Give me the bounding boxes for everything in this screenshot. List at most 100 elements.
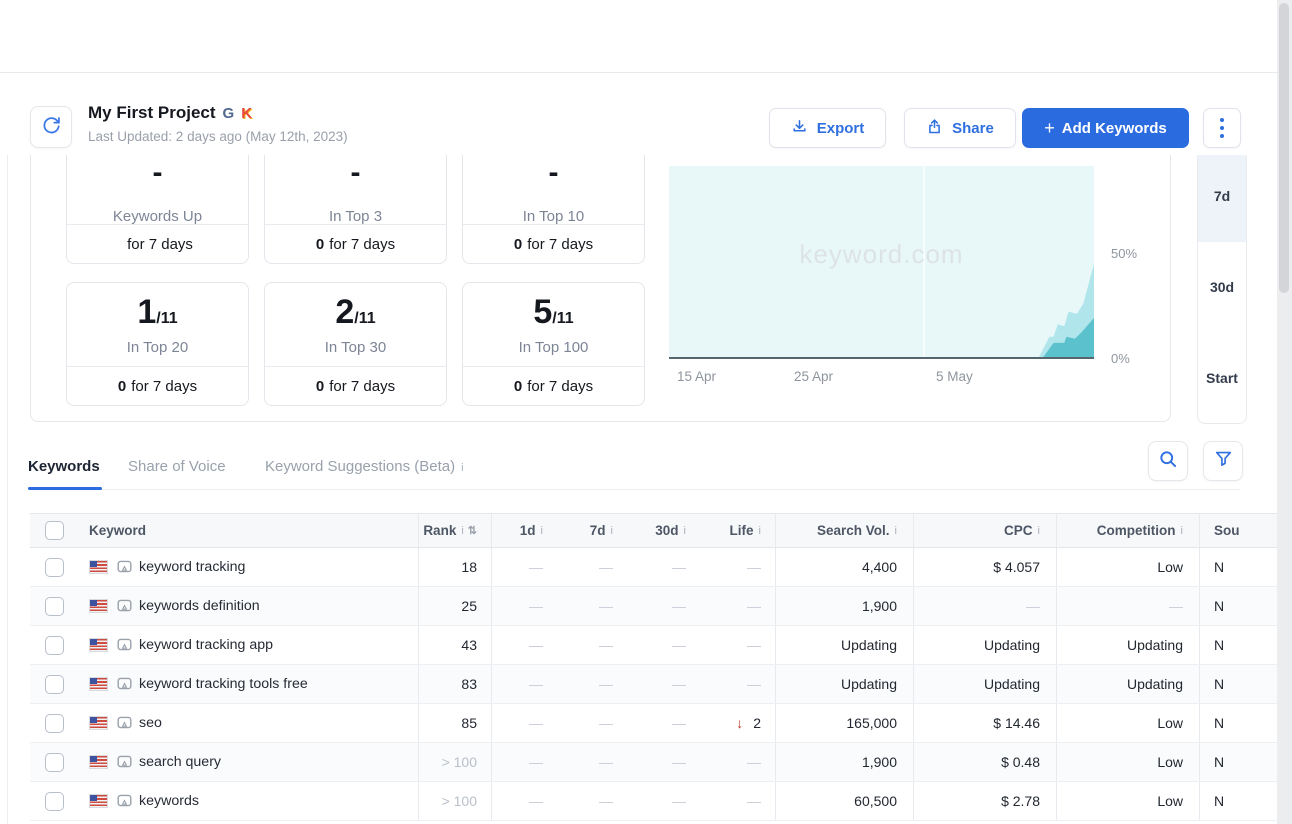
column-header-d7: 7d i: [557, 514, 627, 547]
stat-footer: 0for 7 days: [265, 224, 446, 263]
cell-value: Low: [1157, 754, 1183, 770]
stat-footer-text: for 7 days: [527, 378, 593, 395]
info-icon[interactable]: i: [895, 525, 897, 537]
cell-d30: —: [627, 704, 700, 742]
info-icon[interactable]: i: [541, 525, 543, 537]
info-icon[interactable]: i: [461, 525, 463, 537]
info-icon[interactable]: i: [759, 525, 761, 537]
column-label: Search Vol.: [817, 523, 890, 538]
export-button[interactable]: Export: [769, 108, 886, 148]
cell-keyword: search query: [75, 743, 418, 781]
desktop-device-icon: [117, 638, 132, 652]
more-options-button[interactable]: [1203, 108, 1241, 148]
cell-value: —: [529, 637, 543, 653]
row-checkbox[interactable]: [45, 558, 64, 577]
info-icon[interactable]: i: [1038, 525, 1040, 537]
cell-keyword: keyword tracking tools free: [75, 665, 418, 703]
cell-value: —: [747, 676, 761, 692]
table-row[interactable]: keyword tracking18————4,400$ 4.057LowN: [30, 548, 1277, 587]
keyword-text: keyword tracking app: [139, 637, 273, 653]
info-icon[interactable]: i: [611, 525, 613, 537]
share-button[interactable]: Share: [904, 108, 1016, 148]
table-row[interactable]: keyword tracking tools free83————Updatin…: [30, 665, 1277, 704]
stat-footer-text: for 7 days: [329, 236, 395, 253]
stat-value-num: 2: [335, 293, 354, 331]
cell-life: —: [700, 665, 775, 703]
filter-icon: [1214, 449, 1233, 473]
stat-card-in-top-100: 5/11 In Top 100 0for 7 days: [462, 282, 645, 406]
table-row[interactable]: keywords> 100————60,500$ 2.78LowN: [30, 782, 1277, 821]
column-label: Sou: [1214, 523, 1240, 538]
cell-cpc: —: [913, 587, 1056, 625]
info-icon[interactable]: i: [1181, 525, 1183, 537]
cell-src: N: [1199, 704, 1277, 742]
row-checkbox[interactable]: [45, 636, 64, 655]
range-start-button[interactable]: Start: [1198, 332, 1246, 423]
cell-cpc: $ 0.48: [913, 743, 1056, 781]
cell-comp: Updating: [1056, 665, 1199, 703]
table-row[interactable]: seo85———↓2165,000$ 14.46LowN: [30, 704, 1277, 743]
sort-icon[interactable]: ⇅: [468, 524, 477, 537]
row-checkbox[interactable]: [45, 792, 64, 811]
cell-d7: —: [557, 626, 627, 664]
cell-select: [30, 782, 75, 820]
stat-value: -: [463, 162, 644, 184]
us-flag-icon: [89, 794, 108, 808]
add-keywords-label: Add Keywords: [1062, 120, 1167, 137]
cell-d1: —: [492, 548, 557, 586]
table-row[interactable]: keywords definition25————1,900——N: [30, 587, 1277, 626]
stat-value: -: [67, 162, 248, 184]
cell-d1: —: [492, 626, 557, 664]
tab-share-of-voice[interactable]: Share of Voice: [128, 458, 226, 475]
stat-footer-text: for 7 days: [527, 236, 593, 253]
keyword-text: seo: [139, 715, 162, 731]
tab-keywords[interactable]: Keywords: [28, 458, 100, 475]
rank-down-arrow-icon: ↓: [736, 715, 743, 731]
cell-value: —: [672, 754, 686, 770]
cell-comp: Low: [1056, 743, 1199, 781]
y-axis-tick-0: 0%: [1111, 351, 1130, 366]
cell-value: —: [672, 559, 686, 575]
cell-value: —: [529, 676, 543, 692]
info-icon[interactable]: i: [461, 462, 463, 474]
stat-value-num: 5: [533, 293, 552, 331]
x-axis-tick-15apr: 15 Apr: [677, 369, 716, 384]
range-30d-button[interactable]: 30d: [1198, 242, 1246, 333]
stat-footer-num: 0: [514, 236, 522, 253]
stat-footer-num: 0: [118, 378, 126, 395]
range-7d-button[interactable]: 7d: [1198, 151, 1246, 242]
tab-keyword-suggestions[interactable]: Keyword Suggestions (Beta)i: [265, 458, 464, 475]
page-scrollbar[interactable]: [1277, 0, 1292, 824]
select-all-checkbox[interactable]: [45, 521, 64, 540]
desktop-device-icon: [117, 677, 132, 691]
row-checkbox[interactable]: [45, 714, 64, 733]
cell-sv: Updating: [775, 626, 913, 664]
cell-value: —: [529, 559, 543, 575]
row-checkbox[interactable]: [45, 675, 64, 694]
scrollbar-thumb[interactable]: [1279, 3, 1289, 293]
cell-keyword: keywords definition: [75, 587, 418, 625]
cell-value: —: [529, 793, 543, 809]
keyword-text: keyword tracking tools free: [139, 676, 308, 692]
table-filter-button[interactable]: [1203, 441, 1243, 481]
cell-select: [30, 626, 75, 664]
column-label: 7d: [590, 523, 606, 538]
cell-value: —: [599, 793, 613, 809]
cell-sv: 60,500: [775, 782, 913, 820]
desktop-device-icon: [117, 755, 132, 769]
stat-footer: 0 for 7 days: [463, 224, 644, 263]
refresh-button[interactable]: [30, 106, 72, 148]
cell-value: Low: [1157, 715, 1183, 731]
row-checkbox[interactable]: [45, 597, 64, 616]
cell-value: —: [599, 715, 613, 731]
cell-select: [30, 587, 75, 625]
row-checkbox[interactable]: [45, 753, 64, 772]
cell-value: 25: [461, 598, 477, 614]
info-icon[interactable]: i: [684, 525, 686, 537]
table-row[interactable]: keyword tracking app43————UpdatingUpdati…: [30, 626, 1277, 665]
cell-rank: 83: [418, 665, 492, 703]
table-row[interactable]: search query> 100————1,900$ 0.48LowN: [30, 743, 1277, 782]
add-keywords-button[interactable]: + Add Keywords: [1022, 108, 1189, 148]
keyword-favicon: K: [241, 105, 252, 122]
table-search-button[interactable]: [1148, 441, 1188, 481]
